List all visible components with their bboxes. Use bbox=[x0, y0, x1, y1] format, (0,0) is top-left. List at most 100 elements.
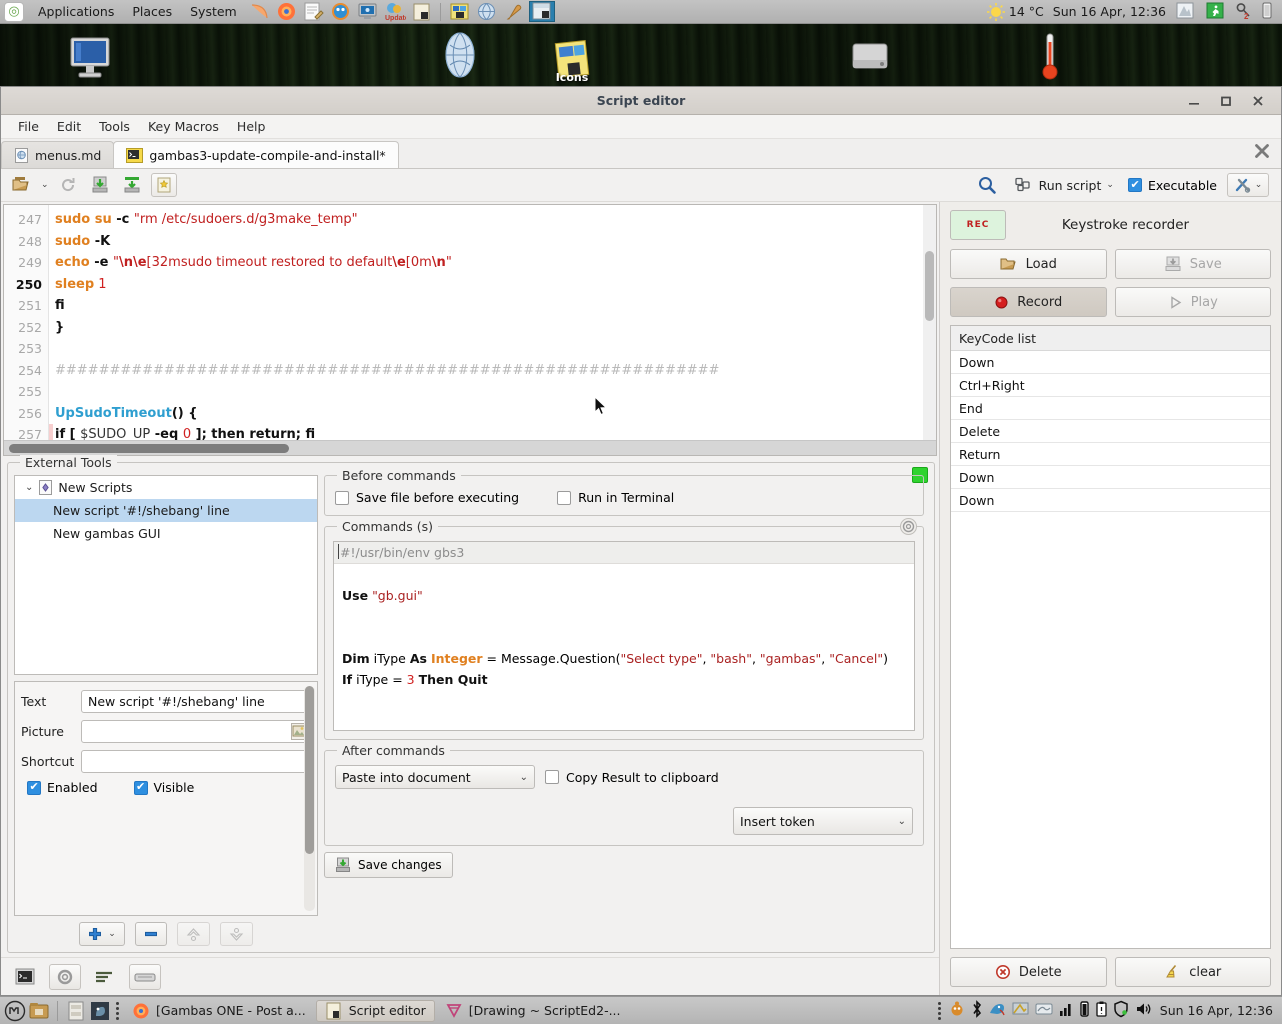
insert-token-select[interactable]: Insert token ⌄ bbox=[733, 807, 913, 835]
enabled-checkbox[interactable]: Enabled bbox=[27, 780, 112, 795]
after-action-select[interactable]: Paste into document ⌄ bbox=[335, 765, 535, 789]
text-input[interactable]: New script '#!/shebang' line bbox=[81, 690, 311, 713]
signal-icon[interactable] bbox=[1058, 1000, 1074, 1022]
commands-code-line[interactable] bbox=[334, 711, 914, 731]
save-as-icon[interactable] bbox=[119, 173, 145, 197]
gnome-icon[interactable] bbox=[948, 1000, 966, 1022]
code-line[interactable]: } bbox=[55, 317, 936, 339]
load-button[interactable]: Load bbox=[950, 249, 1107, 279]
code-line[interactable]: echo -e "\n\e[32msudo timeout restored t… bbox=[55, 252, 936, 274]
visible-checkbox-box[interactable] bbox=[134, 781, 148, 795]
keycode-row[interactable]: Ctrl+Right bbox=[951, 374, 1270, 397]
code-editor-viewport[interactable]: 247248249250251252253254255256257 sudo s… bbox=[4, 205, 936, 440]
key-icon[interactable]: 2 bbox=[1235, 1, 1253, 22]
editor-vertical-scrollbar[interactable] bbox=[923, 205, 936, 440]
keycode-row[interactable]: End bbox=[951, 397, 1270, 420]
terminal-icon[interactable] bbox=[9, 964, 41, 990]
tab-gambas3-update[interactable]: gambas3-update-compile-and-install* bbox=[113, 141, 398, 168]
copy-result-clipboard-checkbox[interactable]: Copy Result to clipboard bbox=[545, 770, 719, 785]
menu-places[interactable]: Places bbox=[123, 2, 181, 21]
code-editor[interactable]: 247248249250251252253254255256257 sudo s… bbox=[3, 204, 937, 456]
battery-icon[interactable] bbox=[1260, 1, 1276, 22]
task-drawing[interactable]: [Drawing ~ ScriptEd2-... bbox=[437, 1000, 629, 1022]
menu-key-macros[interactable]: Key Macros bbox=[139, 116, 228, 137]
top-panel-clock[interactable]: Sun 16 Apr, 12:36 bbox=[1053, 4, 1166, 19]
commands-code-line[interactable] bbox=[334, 690, 914, 711]
save-changes-button[interactable]: Save changes bbox=[324, 852, 453, 878]
save-file-checkbox-box[interactable] bbox=[335, 491, 349, 505]
move-up-button[interactable] bbox=[177, 922, 210, 946]
tree-item-new-scripts[interactable]: ⌄ New Scripts bbox=[15, 476, 317, 499]
gimp-icon[interactable] bbox=[89, 1000, 111, 1022]
code-lines[interactable]: sudo su -c "rm /etc/sudoers.d/g3make_tem… bbox=[49, 205, 936, 440]
running-person-icon[interactable] bbox=[1205, 1, 1228, 22]
files-icon[interactable] bbox=[28, 1000, 50, 1022]
tools-icon[interactable] bbox=[502, 1, 525, 22]
executable-checkbox-box[interactable] bbox=[1128, 178, 1142, 192]
window-thumb-icon[interactable] bbox=[529, 1, 555, 22]
new-file-icon[interactable] bbox=[151, 173, 177, 197]
desktop-icon-computer[interactable] bbox=[58, 34, 122, 87]
shortcut-input[interactable] bbox=[81, 750, 311, 773]
keycode-rows[interactable]: DownCtrl+RightEndDeleteReturnDownDown bbox=[951, 351, 1270, 512]
volume-icon[interactable] bbox=[1134, 1000, 1152, 1022]
tab-menus-md[interactable]: menus.md bbox=[1, 141, 114, 168]
open-dropdown-caret[interactable]: ⌄ bbox=[41, 180, 49, 190]
code-line[interactable]: sleep 1 bbox=[55, 274, 936, 296]
menu-applications[interactable]: Applications bbox=[29, 2, 123, 21]
visible-checkbox[interactable]: Visible bbox=[134, 780, 209, 795]
web-browser-icon[interactable] bbox=[475, 1, 498, 22]
commands-code-line[interactable] bbox=[334, 606, 914, 627]
clipboard-icon[interactable] bbox=[1095, 1000, 1108, 1022]
commands-code-line[interactable] bbox=[334, 564, 914, 585]
delete-button[interactable]: Delete bbox=[950, 957, 1107, 987]
code-line[interactable] bbox=[55, 381, 936, 403]
task-gambas-one[interactable]: [Gambas ONE - Post a... bbox=[124, 1000, 314, 1022]
tree-item-new-script-shebang[interactable]: New script '#!/shebang' line bbox=[15, 499, 317, 522]
remove-button[interactable] bbox=[135, 922, 167, 946]
window-titlebar[interactable]: Script editor bbox=[1, 87, 1281, 115]
code-line[interactable]: sudo su -c "rm /etc/sudoers.d/g3make_tem… bbox=[55, 209, 936, 231]
editor-horizontal-scrollbar[interactable] bbox=[4, 440, 936, 455]
save-button[interactable]: Save bbox=[1115, 249, 1272, 279]
search-icon[interactable] bbox=[974, 173, 1000, 197]
tab-close-icon[interactable] bbox=[1253, 142, 1271, 164]
battery-icon[interactable] bbox=[1078, 1000, 1091, 1022]
mint-swoosh-icon[interactable] bbox=[248, 1, 271, 22]
screenshot-icon[interactable] bbox=[1175, 1, 1198, 22]
chevron-down-icon[interactable]: ⌄ bbox=[25, 482, 33, 493]
commands-code-line[interactable] bbox=[334, 627, 914, 648]
chevron-down-icon[interactable]: ⌄ bbox=[898, 816, 906, 827]
desktop-icon-icons-folder[interactable]: Icons bbox=[540, 36, 604, 84]
code-line[interactable]: if [ $SUDO_UP -eq 0 ]; then return; fi bbox=[55, 424, 936, 440]
minimize-button[interactable] bbox=[1185, 92, 1203, 110]
menu-tools[interactable]: Tools bbox=[90, 116, 139, 137]
keycode-row[interactable]: Down bbox=[951, 466, 1270, 489]
add-dropdown-caret[interactable]: ⌄ bbox=[108, 929, 116, 939]
update-manager-icon[interactable]: Update bbox=[383, 1, 406, 22]
code-line[interactable]: UpSudoTimeout() { bbox=[55, 403, 936, 425]
menu-help[interactable]: Help bbox=[228, 116, 275, 137]
refresh-icon[interactable] bbox=[900, 518, 917, 535]
archive-icon[interactable] bbox=[65, 1000, 87, 1022]
run-script-button[interactable]: Run script ⌄ bbox=[1010, 174, 1118, 196]
lines-icon[interactable] bbox=[89, 964, 121, 990]
desktop-icon-thermometer[interactable] bbox=[1018, 28, 1082, 87]
tree-item-new-gambas-gui[interactable]: New gambas GUI bbox=[15, 522, 317, 545]
picture-input[interactable] bbox=[81, 720, 311, 743]
copy-clipboard-checkbox-box[interactable] bbox=[545, 770, 559, 784]
keycode-row[interactable]: Delete bbox=[951, 420, 1270, 443]
commands-code-line[interactable]: If iType = 3 Then Quit bbox=[334, 669, 914, 690]
run-in-terminal-checkbox[interactable]: Run in Terminal bbox=[557, 490, 674, 505]
maximize-button[interactable] bbox=[1217, 92, 1235, 110]
tray-drag-handle[interactable] bbox=[938, 1002, 941, 1020]
scrollbar-thumb[interactable] bbox=[925, 251, 934, 321]
keycode-row[interactable]: Down bbox=[951, 489, 1270, 512]
scrollbar-thumb[interactable] bbox=[305, 686, 314, 854]
close-button[interactable] bbox=[1249, 92, 1267, 110]
keyboard-icon[interactable] bbox=[129, 964, 161, 990]
tools-menu-button[interactable]: ⌄ bbox=[1227, 173, 1269, 197]
firefox-icon[interactable] bbox=[275, 1, 298, 22]
commands-code-line[interactable]: Dim iType As Integer = Message.Question(… bbox=[334, 648, 914, 669]
executable-checkbox[interactable]: Executable bbox=[1128, 178, 1217, 193]
